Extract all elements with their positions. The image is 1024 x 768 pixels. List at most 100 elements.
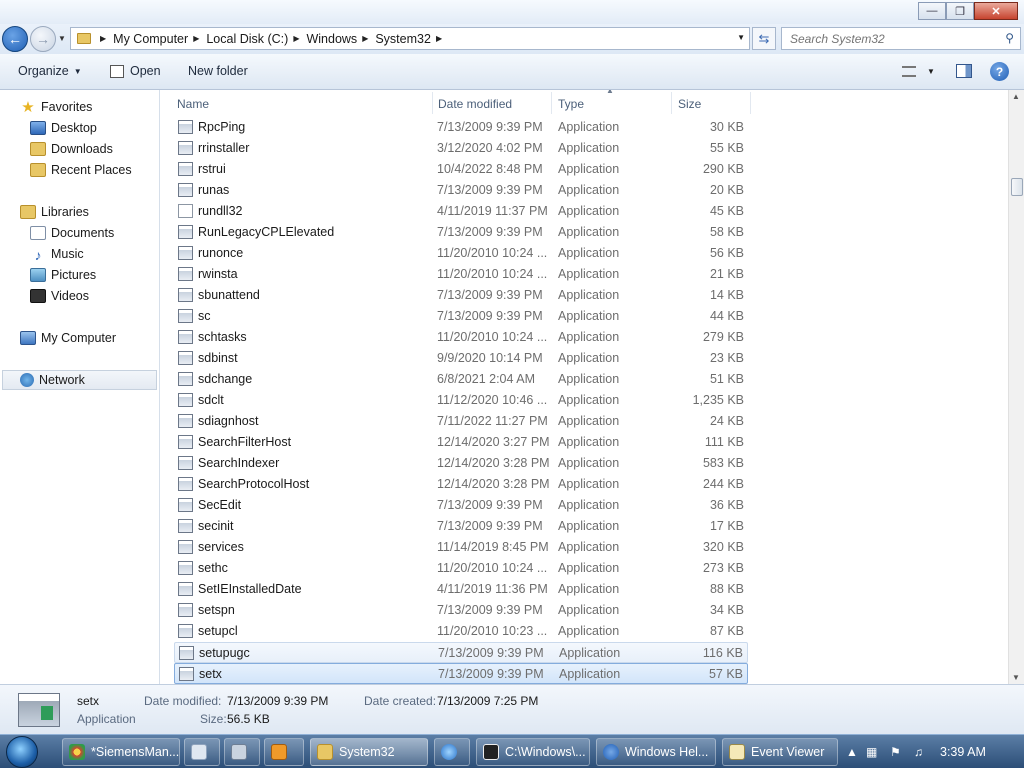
file-row[interactable]: RunLegacyCPLElevated 7/13/2009 9:39 PM App… [174,222,748,243]
close-button[interactable]: ✕ [974,2,1018,20]
documents-icon [30,226,46,240]
taskbar-item-cmd[interactable]: C:\Windows\... [476,738,590,766]
column-header-name[interactable]: Name [177,94,209,114]
nav-desktop[interactable]: Desktop [30,118,97,138]
vertical-scrollbar[interactable]: ▲ ▼ [1008,90,1024,684]
file-row[interactable]: schtasks 11/20/2010 10:24 ... Application 2… [174,327,748,348]
search-input[interactable] [790,31,990,46]
file-date-modified: 10/4/2022 8:48 PM [437,162,543,176]
file-row[interactable]: setx 7/13/2009 9:39 PM Application 57 KB [174,663,748,684]
forward-button[interactable]: → [30,26,56,52]
scroll-up-arrow-icon[interactable]: ▲ [1012,92,1020,101]
nav-videos[interactable]: Videos [30,286,89,306]
file-row[interactable]: sc 7/13/2009 9:39 PM Application 44 KB [174,306,748,327]
file-type: Application [558,372,620,386]
file-row[interactable]: rrinstaller 3/12/2020 4:02 PM Application 5… [174,138,748,159]
search-box[interactable]: ⚲ [781,27,1021,50]
view-options-dropdown[interactable]: ▼ [927,67,935,76]
file-row[interactable]: setspn 7/13/2009 9:39 PM Application 34 KB [174,600,748,621]
scroll-down-arrow-icon[interactable]: ▼ [1012,673,1020,682]
nav-my-computer[interactable]: My Computer [20,328,116,348]
taskbar-item-siemens[interactable]: *SiemensMan... [62,738,180,766]
taskbar-item-media[interactable] [264,738,304,766]
view-options-icon[interactable] [902,66,916,77]
column-label: Type [558,97,585,111]
file-row[interactable]: rstrui 10/4/2022 8:48 PM Application 290 KB [174,159,748,180]
clock[interactable]: 3:39 AM [940,745,986,759]
nav-pictures[interactable]: Pictures [30,265,96,285]
recent-pages-dropdown[interactable]: ▼ [58,34,66,43]
breadcrumb-root-arrow[interactable]: ▶ [95,34,113,43]
file-row[interactable]: SearchIndexer 12/14/2020 3:28 PM Applicati… [174,453,748,474]
breadcrumb-my-computer[interactable]: My Computer ▶ [113,32,206,46]
taskbar-item-ie[interactable] [434,738,470,766]
nav-network[interactable]: Network [2,370,157,390]
volume-icon[interactable]: ♫ [914,745,923,759]
file-row[interactable]: sdbinst 9/9/2020 10:14 PM Application 23 KB [174,348,748,369]
nav-music[interactable]: ♪ Music [30,244,84,264]
file-name: SearchProtocolHost [198,477,310,491]
refresh-button[interactable]: ⇆ [752,27,776,50]
breadcrumb-local-disk[interactable]: Local Disk (C:) ▶ [206,32,306,46]
file-row[interactable]: runas 7/13/2009 9:39 PM Application 20 KB [174,180,748,201]
taskbar-label: *SiemensMan... [91,745,180,759]
column-divider[interactable] [551,92,552,114]
file-name: SecEdit [198,498,242,512]
breadcrumb-system32[interactable]: System32 ▶ [375,32,449,46]
new-folder-button[interactable]: New folder [188,64,248,78]
file-row[interactable]: runonce 11/20/2010 10:24 ... Application 56… [174,243,748,264]
action-center-icon[interactable]: ⚑ [890,745,901,759]
address-history-dropdown[interactable]: ▼ [737,33,745,42]
network-tray-icon[interactable]: ▦ [866,745,877,759]
file-row[interactable]: sdclt 11/12/2020 10:46 ... Application 1,23… [174,390,748,411]
taskbar-item-keyboard[interactable] [224,738,260,766]
address-bar[interactable]: ▶ My Computer ▶ Local Disk (C:) ▶ Windows ▶… [70,27,750,50]
help-button[interactable]: ? [990,62,1009,81]
column-divider[interactable] [432,92,433,114]
file-row[interactable]: rundll32 4/11/2019 11:37 PM Application 45 … [174,201,748,222]
file-row[interactable]: SetIEInstalledDate 4/11/2019 11:36 PM Appl… [174,579,748,600]
file-row[interactable]: rwinsta 11/20/2010 10:24 ... Application 21… [174,264,748,285]
taskbar-item-help[interactable]: Windows Hel... [596,738,716,766]
nav-documents[interactable]: Documents [30,223,114,243]
nav-downloads[interactable]: Downloads [30,139,113,159]
column-header-type[interactable]: Type [558,94,584,114]
file-row[interactable]: sdiagnhost 7/11/2022 11:27 PM Application 2… [174,411,748,432]
tray-expand-icon[interactable]: ▲ [846,745,858,759]
search-icon[interactable]: ⚲ [1005,31,1014,45]
scrollbar-thumb[interactable] [1011,178,1023,196]
file-row[interactable]: sdchange 6/8/2021 2:04 AM Application 51 KB [174,369,748,390]
file-row[interactable]: sethc 11/20/2010 10:24 ... Application 273 … [174,558,748,579]
file-name: sethc [198,561,228,575]
file-row[interactable]: SecEdit 7/13/2009 9:39 PM Application 36 KB [174,495,748,516]
file-row[interactable]: secinit 7/13/2009 9:39 PM Application 17 KB [174,516,748,537]
column-header-size[interactable]: Size [678,94,701,114]
file-type: Application [558,183,620,197]
file-row[interactable]: services 11/14/2019 8:45 PM Application 320… [174,537,748,558]
file-row[interactable]: RpcPing 7/13/2009 9:39 PM Application 30 KB [174,117,748,138]
organize-button[interactable]: Organize ▼ [18,64,82,78]
start-button[interactable] [6,736,38,768]
taskbar-item-event-viewer[interactable]: Event Viewer [722,738,838,766]
open-button[interactable]: Open [110,64,161,78]
breadcrumb-windows[interactable]: Windows ▶ [306,32,375,46]
taskbar-item-system32[interactable]: System32 [310,738,428,766]
file-size: 320 KB [702,540,744,554]
taskbar-item-explorer[interactable] [184,738,220,766]
column-header-date[interactable]: Date modified [438,94,512,114]
minimize-button[interactable]: — [918,2,946,20]
file-row[interactable]: setupcl 11/20/2010 10:23 ... Application 87… [174,621,748,642]
back-button[interactable]: ← [2,26,28,52]
file-row[interactable]: setupugc 7/13/2009 9:39 PM Application 116 … [174,642,748,663]
column-divider[interactable] [671,92,672,114]
file-row[interactable]: sbunattend 7/13/2009 9:39 PM Application 14… [174,285,748,306]
open-icon [110,64,124,78]
column-divider[interactable] [750,92,751,114]
nav-favorites[interactable]: ★ Favorites [20,97,92,117]
maximize-button[interactable]: ❐ [946,2,974,20]
nav-recent-places[interactable]: Recent Places [30,160,132,180]
preview-pane-button[interactable] [956,64,972,78]
file-row[interactable]: SearchProtocolHost 12/14/2020 3:28 PM Appl… [174,474,748,495]
file-row[interactable]: SearchFilterHost 12/14/2020 3:27 PM Applic… [174,432,748,453]
nav-libraries[interactable]: Libraries [20,202,89,222]
